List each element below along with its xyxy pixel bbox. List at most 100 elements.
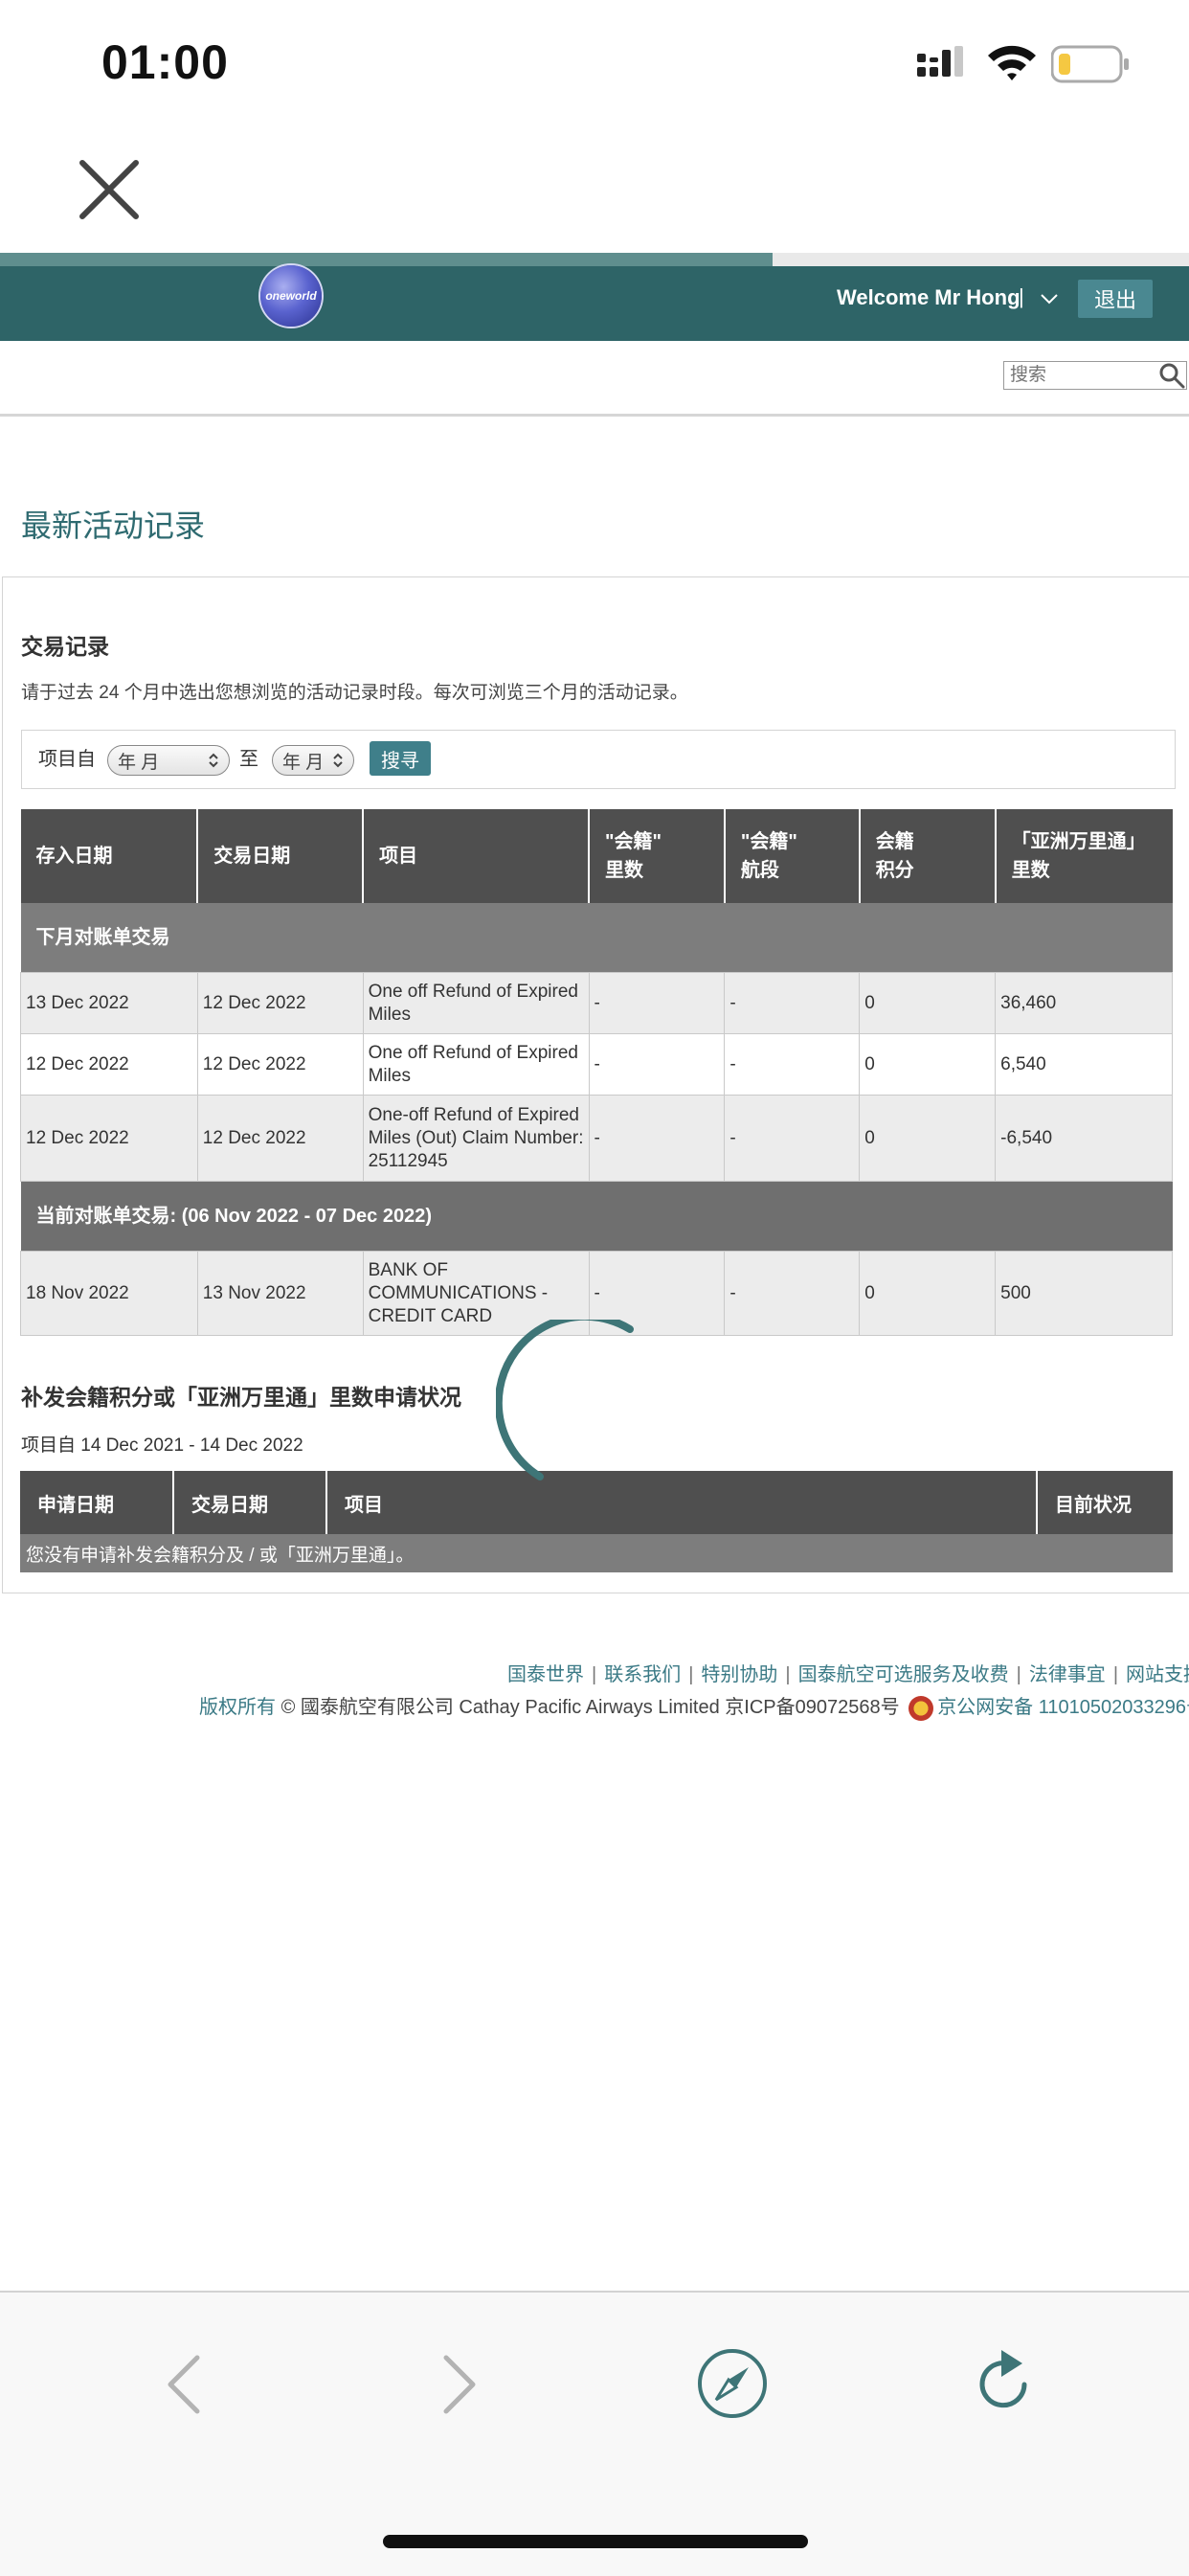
cell-asia-miles: -6,540 — [995, 1095, 1173, 1182]
welcome-separator: | — [1019, 284, 1024, 308]
footer-link[interactable]: 法律事宜 — [1029, 1664, 1106, 1685]
cell-club-points: 0 — [859, 1095, 997, 1182]
forward-icon[interactable] — [435, 2354, 482, 2415]
cell-asia-miles: 36,460 — [995, 972, 1173, 1034]
cell-club-sectors: - — [724, 1251, 861, 1336]
oneworld-logo[interactable]: oneworld — [260, 265, 322, 327]
cell-club-sectors: - — [724, 1033, 861, 1096]
filter-from-label: 项目自 — [38, 749, 96, 770]
copyright-link[interactable]: 版权所有 — [199, 1697, 276, 1718]
cell-club-miles: - — [588, 972, 726, 1034]
select-arrows-icon — [333, 753, 343, 768]
back-icon[interactable] — [161, 2354, 209, 2415]
col-status: 目前状况 — [1037, 1471, 1173, 1534]
claims-section-title: 补发会籍积分或「亚洲万里通」里数申请状况 — [21, 1385, 461, 1410]
group-label: 下月对账单交易 — [20, 903, 1173, 973]
table-row: 13 Dec 2022 12 Dec 2022 One off Refund o… — [20, 972, 1173, 1034]
logout-button[interactable]: 退出 — [1078, 280, 1153, 318]
police-record-link[interactable]: 京公网安备 11010502033296号 — [937, 1697, 1189, 1718]
col-club-points-line1: 会籍 — [875, 831, 914, 852]
group-label: 当前对账单交易: (06 Nov 2022 - 07 Dec 2022) — [20, 1181, 1173, 1252]
col-item: 项目 — [363, 809, 591, 903]
home-indicator — [383, 2535, 808, 2548]
welcome-text: Welcome Mr Hong — [837, 285, 1021, 309]
col-club-points-line2: 积分 — [875, 860, 914, 881]
search-icon[interactable] — [1158, 362, 1185, 389]
table-header-row: 存入日期 交易日期 项目 "会籍" 里数 "会籍" 航段 会籍 积分 「亚洲万里通」里… — [20, 809, 1173, 903]
filter-to-label: 至 — [239, 749, 258, 770]
filter-search-button[interactable]: 搜寻 — [370, 741, 431, 776]
copyright-text: © 國泰航空有限公司 Cathay Pacific Airways Limite… — [280, 1697, 900, 1718]
footer-copyright: 版权所有 © 國泰航空有限公司 Cathay Pacific Airways L… — [199, 1691, 1189, 1721]
page-load-progress — [0, 253, 1189, 266]
col-transaction-date: 交易日期 — [197, 809, 365, 903]
reload-icon[interactable] — [971, 2348, 1038, 2419]
col-club-points: 会籍 积分 — [859, 809, 997, 903]
cell-asia-miles: 500 — [995, 1251, 1173, 1336]
claims-empty-message: 您没有申请补发会籍积分及 / 或「亚洲万里通」。 — [20, 1534, 1173, 1572]
end-month-select[interactable]: 年 月 — [272, 745, 354, 776]
col-club-miles-line2: 里数 — [605, 860, 644, 881]
cell-item: One off Refund of Expired Miles — [362, 972, 590, 1034]
progress-fill — [0, 253, 774, 266]
cell-club-sectors: - — [724, 1095, 861, 1182]
cell-deposit-date: 18 Nov 2022 — [20, 1251, 198, 1336]
col-apply-date: 申请日期 — [20, 1471, 174, 1534]
group-row-current-statement: 当前对账单交易: (06 Nov 2022 - 07 Dec 2022) — [20, 1181, 1173, 1252]
loading-spinner-icon — [496, 1320, 634, 1480]
chevron-down-icon[interactable] — [1038, 290, 1061, 307]
claims-date-range: 项目自 14 Dec 2021 - 14 Dec 2022 — [21, 1435, 303, 1456]
cell-club-sectors: - — [724, 972, 861, 1034]
footer-link[interactable]: 国泰世界 — [507, 1664, 584, 1685]
footer-link[interactable]: 网站支援 — [1126, 1664, 1189, 1685]
col-club-miles: "会籍" 里数 — [589, 809, 726, 903]
col-deposit-date: 存入日期 — [20, 809, 199, 903]
cell-transaction-date: 12 Dec 2022 — [196, 1095, 364, 1182]
transactions-section-title: 交易记录 — [21, 634, 109, 659]
cell-transaction-date: 12 Dec 2022 — [196, 1033, 364, 1096]
transactions-description: 请于过去 24 个月中选出您想浏览的活动记录时段。每次可浏览三个月的活动记录。 — [21, 683, 688, 703]
table-row: 12 Dec 2022 12 Dec 2022 One off Refund o… — [20, 1033, 1173, 1096]
start-month-select[interactable]: 年 月 — [107, 745, 230, 776]
cell-club-miles: - — [588, 1095, 726, 1182]
footer-link[interactable]: 特别协助 — [701, 1664, 777, 1685]
col-club-sectors-line2: 航段 — [740, 860, 779, 881]
col-club-sectors: "会籍" 航段 — [724, 809, 861, 903]
compass-icon[interactable] — [695, 2346, 770, 2421]
col-transaction-date: 交易日期 — [173, 1471, 327, 1534]
cell-transaction-date: 12 Dec 2022 — [196, 972, 364, 1034]
cell-deposit-date: 13 Dec 2022 — [20, 972, 198, 1034]
group-row-next-statement: 下月对账单交易 — [20, 903, 1173, 973]
footer-link[interactable]: 联系我们 — [604, 1664, 681, 1685]
claims-empty-row: 您没有申请补发会籍积分及 / 或「亚洲万里通」。 — [20, 1534, 1173, 1572]
start-month-value: 年 月 — [118, 752, 160, 773]
col-club-sectors-line1: "会籍" — [740, 831, 797, 852]
table-row: 12 Dec 2022 12 Dec 2022 One-off Refund o… — [20, 1095, 1173, 1182]
col-asia-miles-line1: 「亚洲万里通」 — [1011, 831, 1146, 852]
cell-asia-miles: 6,540 — [995, 1033, 1173, 1096]
close-icon[interactable] — [77, 157, 142, 222]
cell-club-points: 0 — [859, 1251, 997, 1336]
cell-item: One off Refund of Expired Miles — [362, 1033, 590, 1096]
page-title: 最新活动记录 — [21, 508, 206, 543]
police-badge-icon — [909, 1695, 934, 1721]
end-month-value: 年 月 — [282, 752, 325, 773]
footer-links: 国泰世界|联系我们|特别协助|国泰航空可选服务及收费|法律事宜|网站支援 — [507, 1659, 1189, 1686]
battery-icon — [1051, 45, 1129, 83]
cell-deposit-date: 12 Dec 2022 — [20, 1095, 198, 1182]
cell-deposit-date: 12 Dec 2022 — [20, 1033, 198, 1096]
status-time: 01:00 — [101, 35, 229, 89]
col-club-miles-line1: "会籍" — [605, 831, 662, 852]
col-asia-miles: 「亚洲万里通」 里数 — [995, 809, 1173, 903]
transactions-table: 存入日期 交易日期 项目 "会籍" 里数 "会籍" 航段 会籍 积分 「亚洲万里通」里… — [20, 809, 1173, 1336]
cell-club-miles: - — [588, 1033, 726, 1096]
wifi-icon — [988, 45, 1036, 80]
select-arrows-icon — [209, 753, 218, 768]
cellular-signal-icon — [917, 46, 963, 77]
browser-bottom-toolbar — [0, 2291, 1189, 2576]
footer-link[interactable]: 国泰航空可选服务及收费 — [798, 1664, 1009, 1685]
cell-item: One-off Refund of Expired Miles (Out) Cl… — [362, 1095, 590, 1182]
col-asia-miles-line2: 里数 — [1011, 860, 1050, 881]
logo-text: oneworld — [265, 289, 317, 303]
col-item: 项目 — [326, 1471, 1038, 1534]
